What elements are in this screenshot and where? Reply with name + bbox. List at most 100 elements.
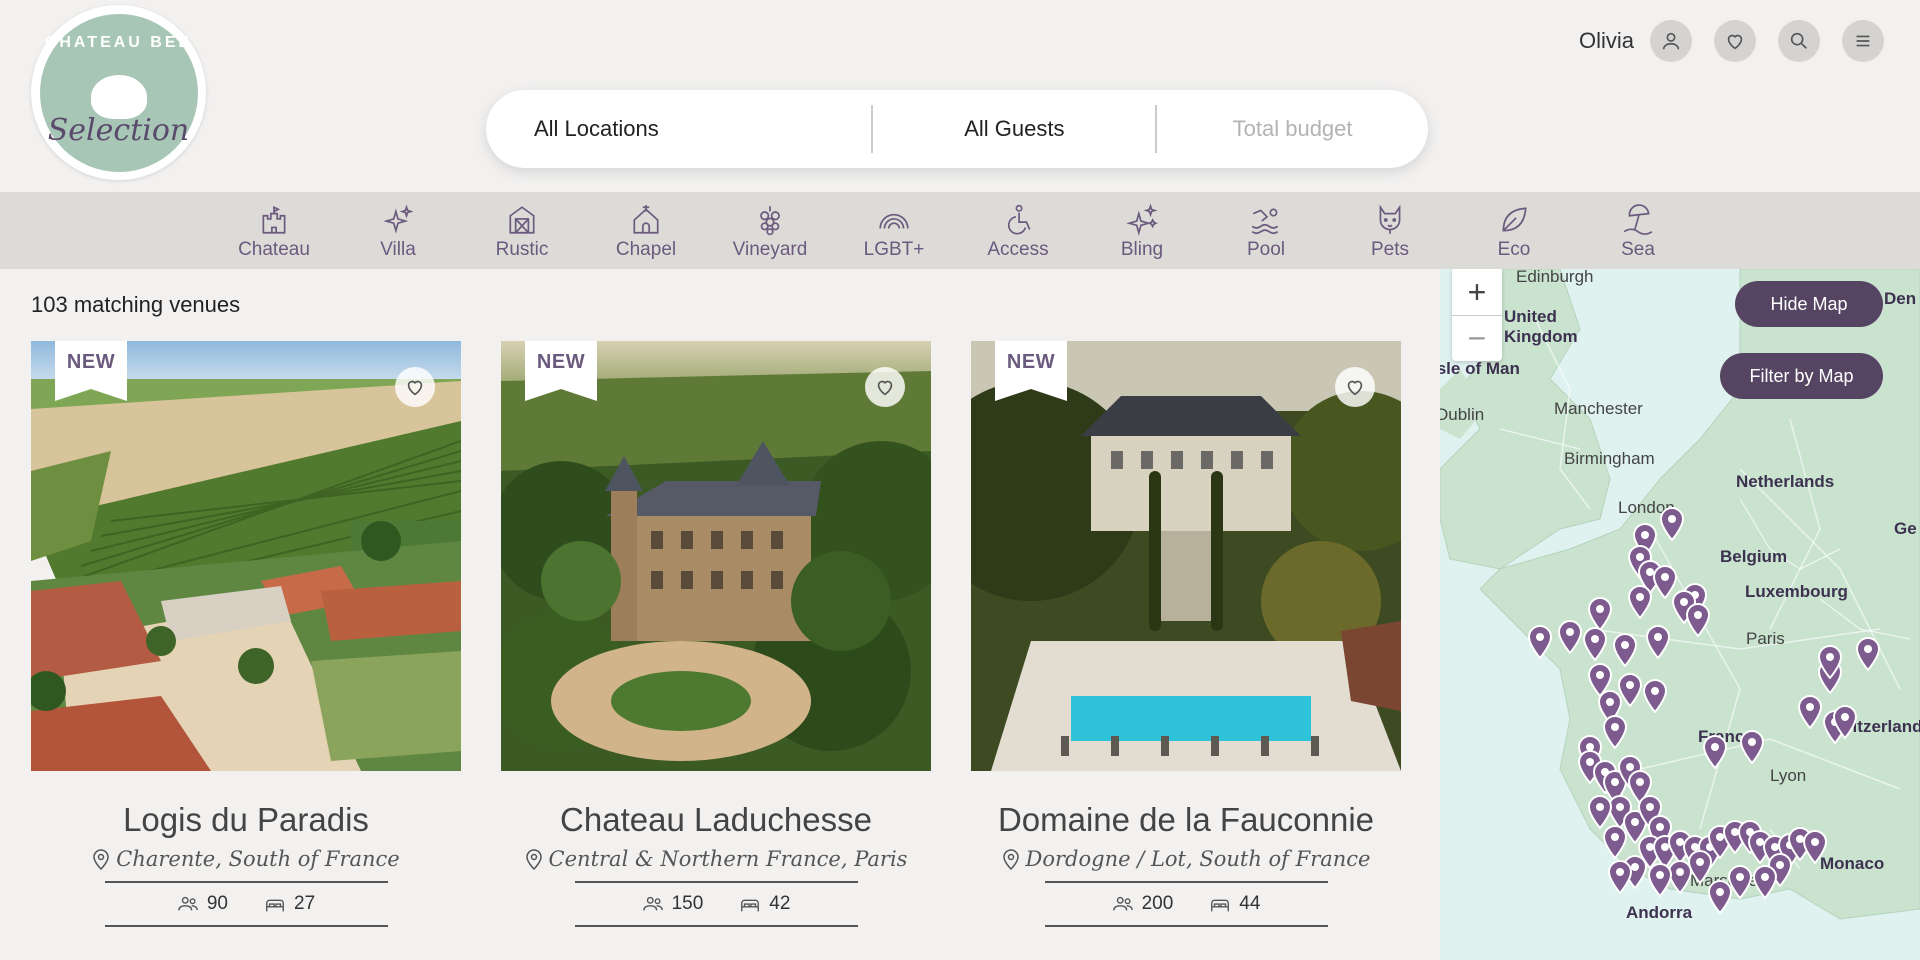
user-icon[interactable] <box>1650 20 1692 62</box>
category-vineyard[interactable]: Vineyard <box>708 192 832 269</box>
category-label: Villa <box>380 239 416 260</box>
search-bar: All Locations All Guests Total budget <box>486 90 1428 168</box>
menu-icon[interactable] <box>1842 20 1884 62</box>
map-pin-icon[interactable] <box>1817 645 1843 679</box>
heart-icon[interactable] <box>1714 20 1756 62</box>
category-bling[interactable]: Bling <box>1080 192 1204 269</box>
rainbow-icon <box>879 213 909 229</box>
header: CHATEAU BEE Selection All Locations All … <box>0 0 1920 192</box>
category-chateau[interactable]: Chateau <box>212 192 336 269</box>
map-label-monaco: Monaco <box>1820 854 1885 873</box>
venue-location-text: Central & Northern France, Paris <box>548 847 908 871</box>
results-count: 103 matching venues <box>31 292 241 317</box>
favorite-heart-icon[interactable] <box>395 367 435 407</box>
map-pin-icon[interactable] <box>1645 625 1671 659</box>
map-pin-icon[interactable] <box>1612 633 1638 667</box>
favorite-heart-icon[interactable] <box>865 367 905 407</box>
map-pin-icon[interactable] <box>1659 507 1685 541</box>
map-pin-icon[interactable] <box>1752 865 1778 899</box>
map-pin-icon[interactable] <box>1855 637 1881 671</box>
category-label: Eco <box>1497 239 1531 260</box>
bedrooms-count: 42 <box>769 893 791 914</box>
divider <box>1044 881 1328 883</box>
map-pin-icon[interactable] <box>1602 715 1628 749</box>
divider <box>104 925 388 927</box>
map-pin-icon[interactable] <box>1647 863 1673 897</box>
category-lgbt[interactable]: LGBT+ <box>832 192 956 269</box>
category-villa[interactable]: Villa <box>336 192 460 269</box>
map-pin-icon[interactable] <box>1627 585 1653 619</box>
user-area: Olivia <box>1579 20 1884 62</box>
zoom-out-button[interactable]: − <box>1452 315 1502 361</box>
location-select[interactable]: All Locations <box>486 90 871 168</box>
map-pin-icon[interactable] <box>1739 730 1765 764</box>
divider <box>104 881 388 883</box>
map-label-isle-of-man: Isle of Man <box>1440 359 1520 378</box>
category-pool[interactable]: Pool <box>1204 192 1328 269</box>
logo[interactable]: CHATEAU BEE Selection <box>31 5 206 180</box>
venue-location-text: Charente, South of France <box>116 847 400 871</box>
venue-photo[interactable]: NEW <box>31 341 461 771</box>
map-pin-icon[interactable] <box>1797 695 1823 729</box>
map-pin-icon[interactable] <box>1702 735 1728 769</box>
hide-map-button[interactable]: Hide Map <box>1735 281 1883 327</box>
category-sea[interactable]: Sea <box>1576 192 1700 269</box>
map-pin-icon[interactable] <box>1527 625 1553 659</box>
map-label-netherlands: Netherlands <box>1736 472 1835 491</box>
venue-title[interactable]: Logis du Paradis <box>31 801 461 839</box>
bed-icon <box>1211 899 1230 912</box>
map-pin-icon[interactable] <box>1707 880 1733 914</box>
user-name[interactable]: Olivia <box>1579 28 1634 54</box>
venue-title[interactable]: Domaine de la Fauconnie <box>971 801 1401 839</box>
guests-select[interactable]: All Guests <box>873 90 1155 168</box>
bedrooms-stat: 27 <box>264 893 315 915</box>
wheelchair-icon <box>1007 204 1031 235</box>
search-icon[interactable] <box>1778 20 1820 62</box>
guests-icon <box>1112 896 1133 911</box>
map-pin-icon[interactable] <box>1602 825 1628 859</box>
map-pin-icon[interactable] <box>1832 705 1858 739</box>
venue-title[interactable]: Chateau Laduchesse <box>501 801 931 839</box>
zoom-control: + − <box>1452 269 1502 361</box>
barn-icon <box>509 206 535 234</box>
category-rustic[interactable]: Rustic <box>460 192 584 269</box>
venue-map[interactable]: + − Edinburgh United Kingdom Isle of Man… <box>1440 269 1920 960</box>
map-label-lyon: Lyon <box>1770 766 1807 785</box>
category-chapel[interactable]: Chapel <box>584 192 708 269</box>
venue-photo[interactable]: NEW <box>971 341 1401 771</box>
guests-icon <box>642 896 663 911</box>
map-pin-icon[interactable] <box>1802 830 1828 864</box>
venue-card[interactable]: NEW Domaine de la Fauconnie Dordogne / L… <box>971 341 1401 927</box>
map-pin-icon[interactable] <box>1607 860 1633 894</box>
grapes-icon <box>760 206 780 236</box>
map-label-manchester: Manchester <box>1554 399 1643 418</box>
map-label-den: Den <box>1884 289 1917 308</box>
venue-stats: 150 42 <box>501 893 931 915</box>
budget-input[interactable]: Total budget <box>1157 90 1428 168</box>
category-label: Pool <box>1246 239 1286 260</box>
category-bar: Chateau Villa Rustic Chapel Vineyard LGB… <box>0 192 1920 269</box>
filter-by-map-button[interactable]: Filter by Map <box>1720 353 1883 399</box>
beach-icon <box>1623 204 1653 235</box>
favorite-heart-icon[interactable] <box>1335 367 1375 407</box>
map-pin-icon[interactable] <box>1685 603 1711 637</box>
category-label: Vineyard <box>732 239 808 260</box>
category-eco[interactable]: Eco <box>1452 192 1576 269</box>
sparkles-icon <box>1126 203 1158 236</box>
guests-count: 90 <box>206 893 228 914</box>
map-pin-icon[interactable] <box>1582 627 1608 661</box>
category-pets[interactable]: Pets <box>1328 192 1452 269</box>
venue-card[interactable]: NEW Logis du Paradis Charente, South of … <box>31 341 461 927</box>
logo-top-text: CHATEAU BEE <box>44 33 193 51</box>
swimmer-icon <box>1251 208 1279 235</box>
category-access[interactable]: Access <box>956 192 1080 269</box>
venue-photo[interactable]: NEW <box>501 341 931 771</box>
guests-count: 150 <box>671 893 704 914</box>
map-pin-icon[interactable] <box>1587 597 1613 631</box>
venue-card[interactable]: NEW Chateau Laduchesse Central & Norther… <box>501 341 931 927</box>
map-pin-icon[interactable] <box>1557 620 1583 654</box>
zoom-in-button[interactable]: + <box>1452 269 1502 315</box>
guests-icon <box>178 896 198 911</box>
map-pin-icon[interactable] <box>1587 795 1613 829</box>
map-pin-icon[interactable] <box>1642 679 1668 713</box>
